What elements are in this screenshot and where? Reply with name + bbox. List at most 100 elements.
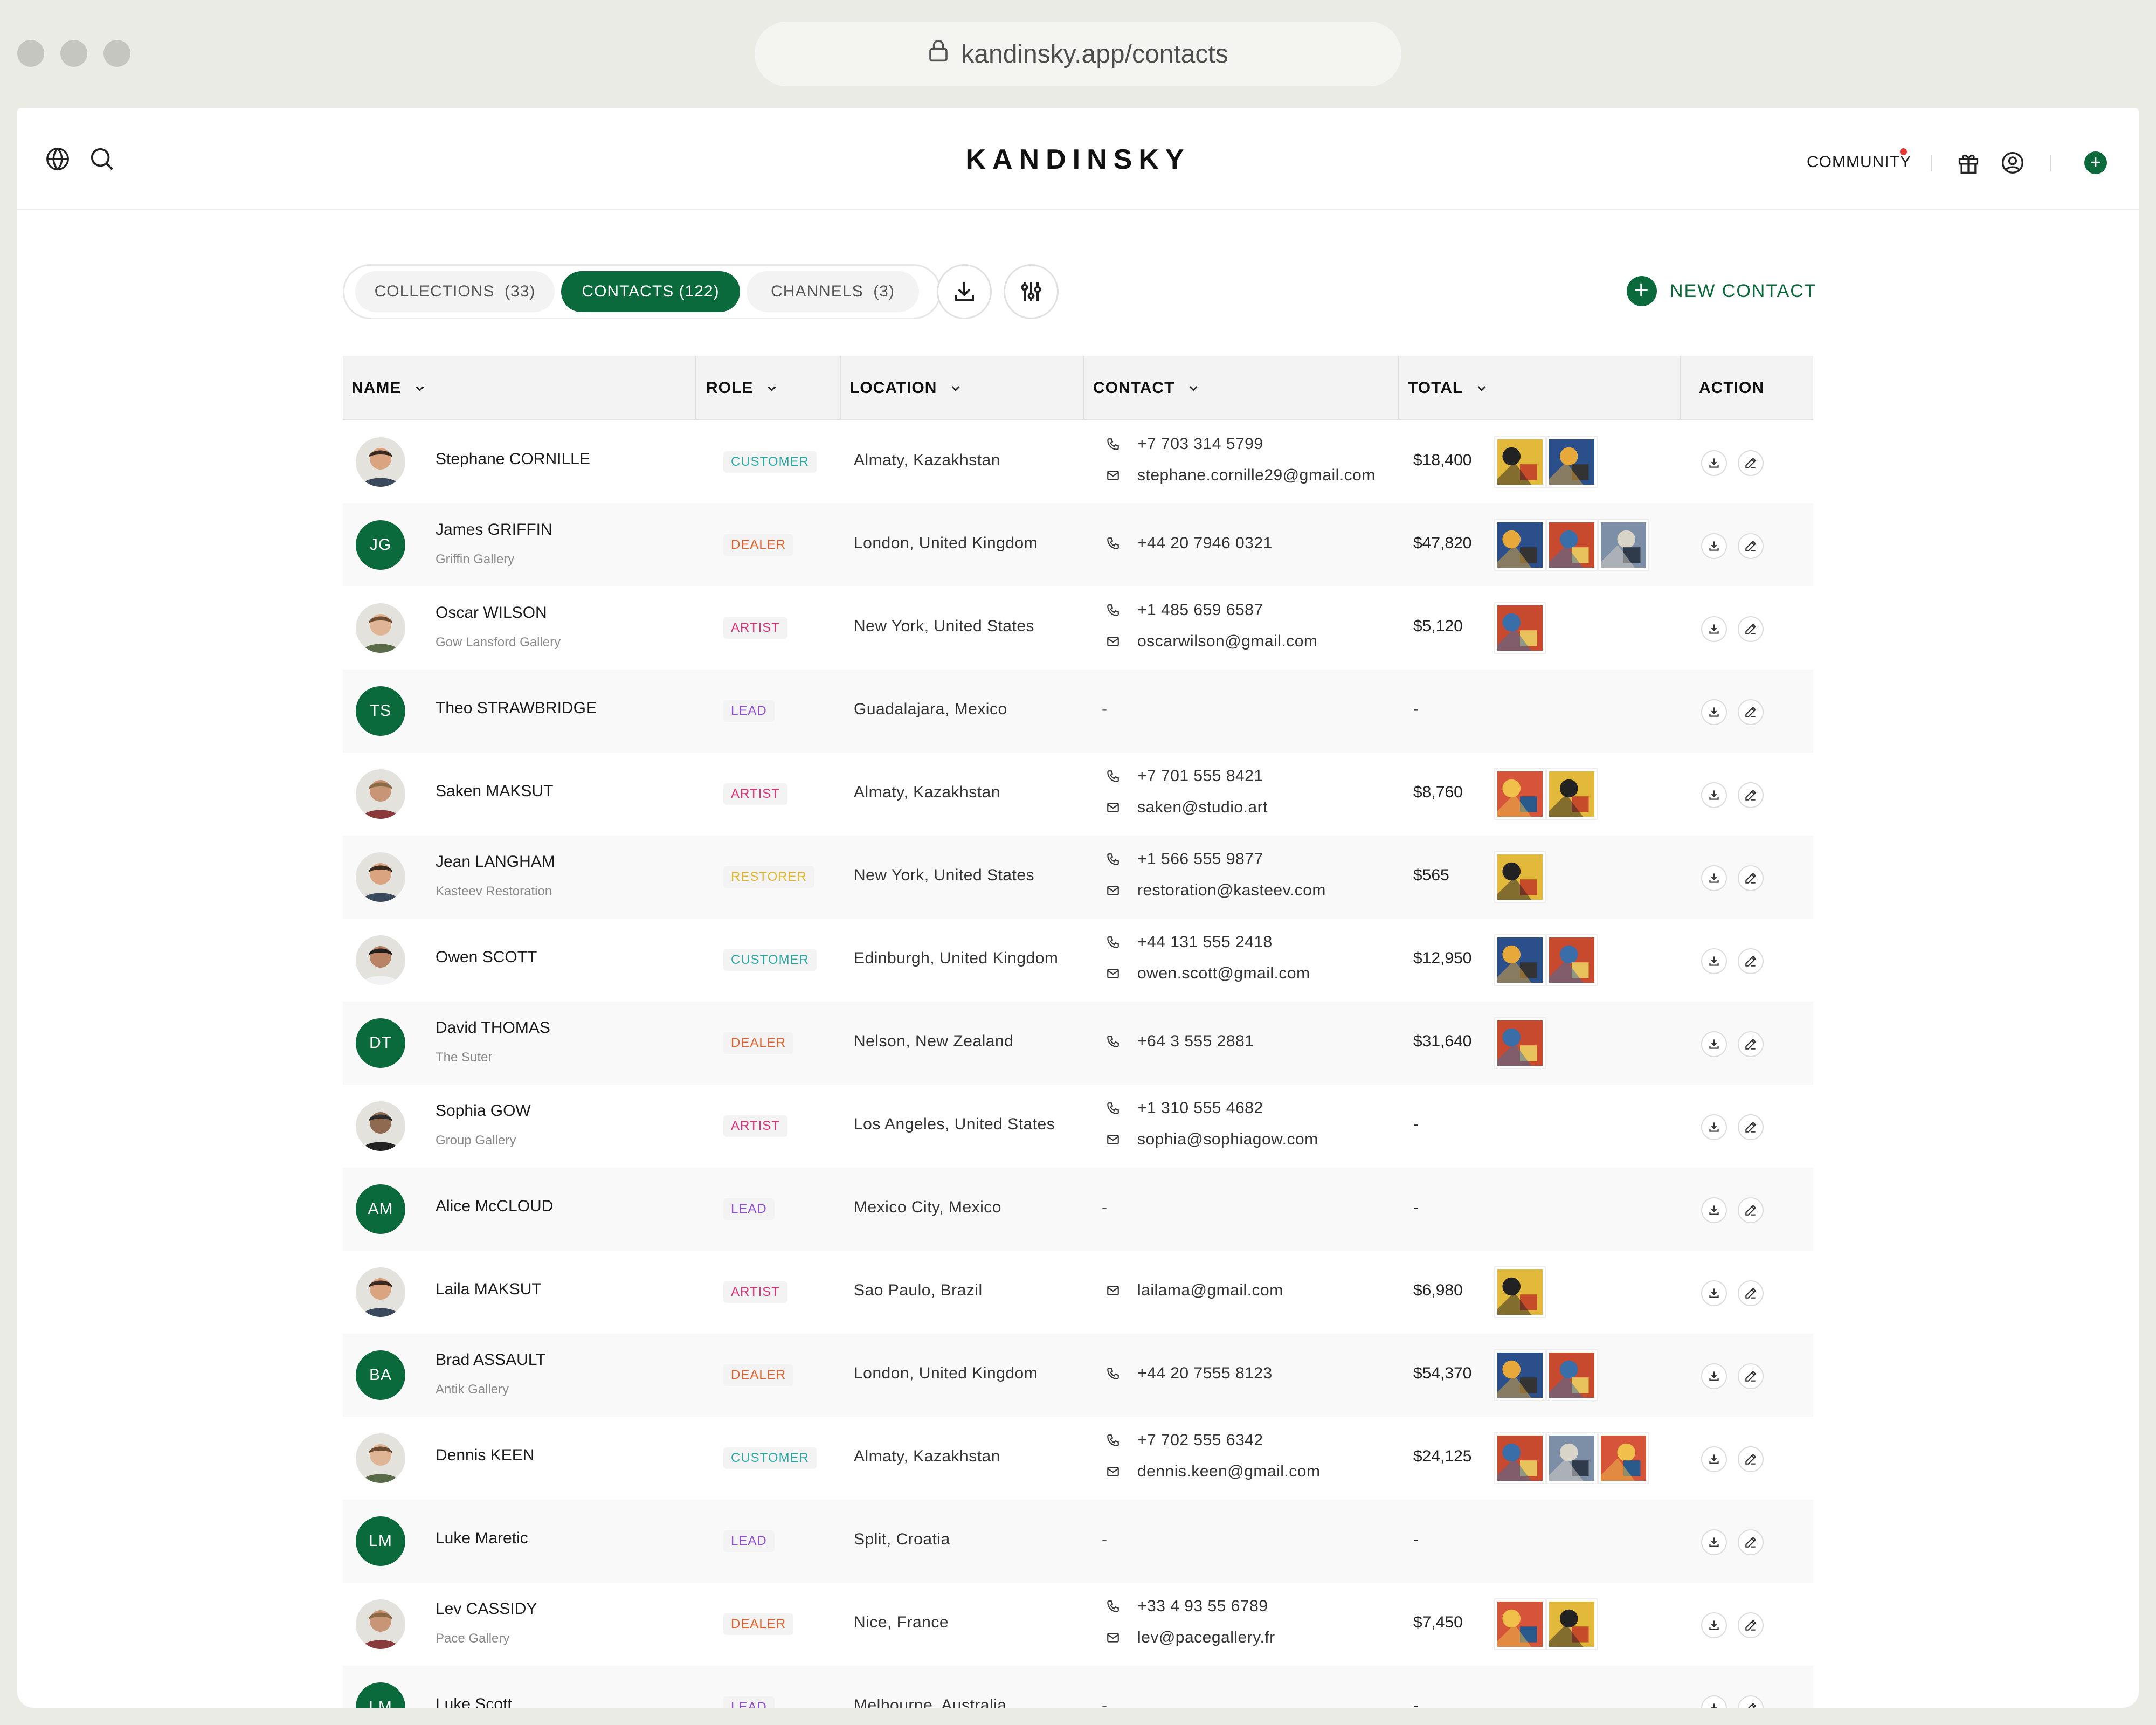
artwork-thumbnail[interactable] (1494, 602, 1546, 654)
download-button[interactable] (1701, 1446, 1727, 1472)
email-address[interactable]: sophia@sophiagow.com (1106, 1130, 1318, 1149)
artwork-thumbnail[interactable] (1494, 1432, 1546, 1484)
edit-button[interactable] (1738, 865, 1764, 891)
email-address[interactable]: restoration@kasteev.com (1106, 881, 1326, 900)
artwork-thumbnail[interactable] (1546, 1598, 1598, 1650)
export-button[interactable] (937, 264, 992, 319)
artwork-thumbnail[interactable] (1494, 1349, 1546, 1401)
email-address[interactable]: stephane.cornille29@gmail.com (1106, 466, 1376, 485)
gift-icon[interactable] (1957, 151, 1980, 175)
download-button[interactable] (1701, 1114, 1727, 1140)
download-button[interactable] (1701, 948, 1727, 974)
download-button[interactable] (1701, 865, 1727, 891)
download-button[interactable] (1701, 1363, 1727, 1389)
artwork-thumbnail[interactable] (1494, 1598, 1546, 1650)
phone-number[interactable]: +7 703 314 5799 (1106, 435, 1263, 453)
edit-button[interactable] (1738, 533, 1764, 559)
phone-number[interactable]: +33 4 93 55 6789 (1106, 1597, 1268, 1616)
artwork-thumbnail[interactable] (1494, 519, 1546, 571)
edit-button[interactable] (1738, 1529, 1764, 1555)
edit-button[interactable] (1738, 450, 1764, 476)
contact-name[interactable]: Saken MAKSUT (436, 782, 553, 801)
table-row[interactable]: Owen SCOTT CUSTOMER Edinburgh, United King… (343, 919, 1813, 1002)
edit-button[interactable] (1738, 1114, 1764, 1140)
table-row[interactable]: Dennis KEEN CUSTOMER Almaty, Kazakhstan +7 … (343, 1417, 1813, 1500)
edit-button[interactable] (1738, 616, 1764, 642)
tab-channels[interactable]: CHANNELS (3) (747, 271, 919, 312)
contact-name[interactable]: Oscar WILSON (436, 604, 547, 622)
download-button[interactable] (1701, 450, 1727, 476)
table-row[interactable]: Sophia GOW Group Gallery ARTIST Los Angeles… (343, 1085, 1813, 1168)
phone-number[interactable]: +44 20 7555 8123 (1106, 1364, 1273, 1383)
table-row[interactable]: Laila MAKSUT ARTIST Sao Paulo, Brazil laila… (343, 1251, 1813, 1334)
phone-number[interactable]: +44 131 555 2418 (1106, 933, 1273, 951)
contact-name[interactable]: Sophia GOW (436, 1102, 531, 1120)
phone-number[interactable]: +7 701 555 8421 (1106, 767, 1263, 785)
contact-name[interactable]: Laila MAKSUT (436, 1280, 542, 1299)
column-header-total[interactable]: TOTAL (1408, 356, 1488, 420)
table-row[interactable]: LM Luke Maretic LEAD Split, Croatia - - (343, 1500, 1813, 1583)
artwork-thumbnail[interactable] (1546, 934, 1598, 986)
table-row[interactable]: Stephane CORNILLE CUSTOMER Almaty, Kazakhs… (343, 420, 1813, 503)
contact-name[interactable]: Luke Maretic (436, 1529, 528, 1548)
phone-number[interactable]: +1 485 659 6587 (1106, 601, 1263, 619)
edit-button[interactable] (1738, 699, 1764, 725)
artwork-thumbnail[interactable] (1546, 768, 1598, 820)
email-address[interactable]: lev@pacegallery.fr (1106, 1629, 1275, 1647)
artwork-thumbnail[interactable] (1546, 436, 1598, 488)
artwork-thumbnail[interactable] (1494, 851, 1546, 903)
edit-button[interactable] (1738, 1612, 1764, 1638)
phone-number[interactable]: +7 702 555 6342 (1106, 1431, 1263, 1450)
contact-name[interactable]: Theo STRAWBRIDGE (436, 699, 597, 717)
edit-button[interactable] (1738, 1280, 1764, 1306)
column-header-name[interactable]: NAME (351, 356, 426, 420)
email-address[interactable]: oscarwilson@gmail.com (1106, 632, 1317, 651)
contact-name[interactable]: David THOMAS (436, 1019, 550, 1037)
tab-collections[interactable]: COLLECTIONS (33) (355, 271, 555, 312)
download-button[interactable] (1701, 1197, 1727, 1223)
artwork-thumbnail[interactable] (1598, 519, 1649, 571)
contact-name[interactable]: Owen SCOTT (436, 948, 537, 967)
table-row[interactable]: LM Luke Scott LEAD Melbourne, Australia - - (343, 1666, 1813, 1708)
column-header-role[interactable]: ROLE (706, 356, 778, 420)
contact-name[interactable]: Alice McCLOUD (436, 1197, 553, 1216)
table-row[interactable]: AM Alice McCLOUD LEAD Mexico City, Mexico - - (343, 1168, 1813, 1251)
table-row[interactable]: JG James GRIFFIN Griffin Gallery DEALER Lond… (343, 503, 1813, 586)
contact-name[interactable]: Stephane CORNILLE (436, 450, 590, 468)
contact-name[interactable]: James GRIFFIN (436, 521, 552, 539)
table-row[interactable]: TS Theo STRAWBRIDGE LEAD Guadalajara, Mexic… (343, 670, 1813, 753)
edit-button[interactable] (1738, 1446, 1764, 1472)
phone-number[interactable]: +44 20 7946 0321 (1106, 534, 1273, 553)
email-address[interactable]: dennis.keen@gmail.com (1106, 1462, 1320, 1481)
download-button[interactable] (1701, 1280, 1727, 1306)
edit-button[interactable] (1738, 1363, 1764, 1389)
edit-button[interactable] (1738, 948, 1764, 974)
window-maximize-dot[interactable] (103, 40, 130, 67)
window-close-dot[interactable] (17, 40, 44, 67)
edit-button[interactable] (1738, 1695, 1764, 1708)
filter-button[interactable] (1004, 264, 1059, 319)
artwork-thumbnail[interactable] (1546, 519, 1598, 571)
phone-number[interactable]: +1 310 555 4682 (1106, 1099, 1263, 1117)
artwork-thumbnail[interactable] (1494, 1266, 1546, 1318)
artwork-thumbnail[interactable] (1546, 1432, 1598, 1484)
table-row[interactable]: Oscar WILSON Gow Lansford Gallery ARTIST Ne… (343, 586, 1813, 670)
download-button[interactable] (1701, 699, 1727, 725)
table-row[interactable]: Jean LANGHAM Kasteev Restoration RESTORER N… (343, 836, 1813, 919)
contact-name[interactable]: Jean LANGHAM (436, 853, 555, 871)
table-row[interactable]: Lev CASSIDY Pace Gallery DEALER Nice, Franc… (343, 1583, 1813, 1666)
add-icon[interactable]: + (2084, 151, 2107, 174)
artwork-thumbnail[interactable] (1546, 1349, 1598, 1401)
artwork-thumbnail[interactable] (1598, 1432, 1649, 1484)
community-link[interactable]: COMMUNITY (1807, 153, 1911, 171)
column-header-contact[interactable]: CONTACT (1093, 356, 1199, 420)
email-address[interactable]: saken@studio.art (1106, 798, 1268, 817)
table-row[interactable]: DT David THOMAS The Suter DEALER Nelson, New… (343, 1002, 1813, 1085)
table-row[interactable]: BA Brad ASSAULT Antik Gallery DEALER London,… (343, 1334, 1813, 1417)
phone-number[interactable]: +64 3 555 2881 (1106, 1032, 1254, 1051)
artwork-thumbnail[interactable] (1494, 934, 1546, 986)
edit-button[interactable] (1738, 1031, 1764, 1057)
column-header-location[interactable]: LOCATION (849, 356, 962, 420)
download-button[interactable] (1701, 1612, 1727, 1638)
edit-button[interactable] (1738, 1197, 1764, 1223)
